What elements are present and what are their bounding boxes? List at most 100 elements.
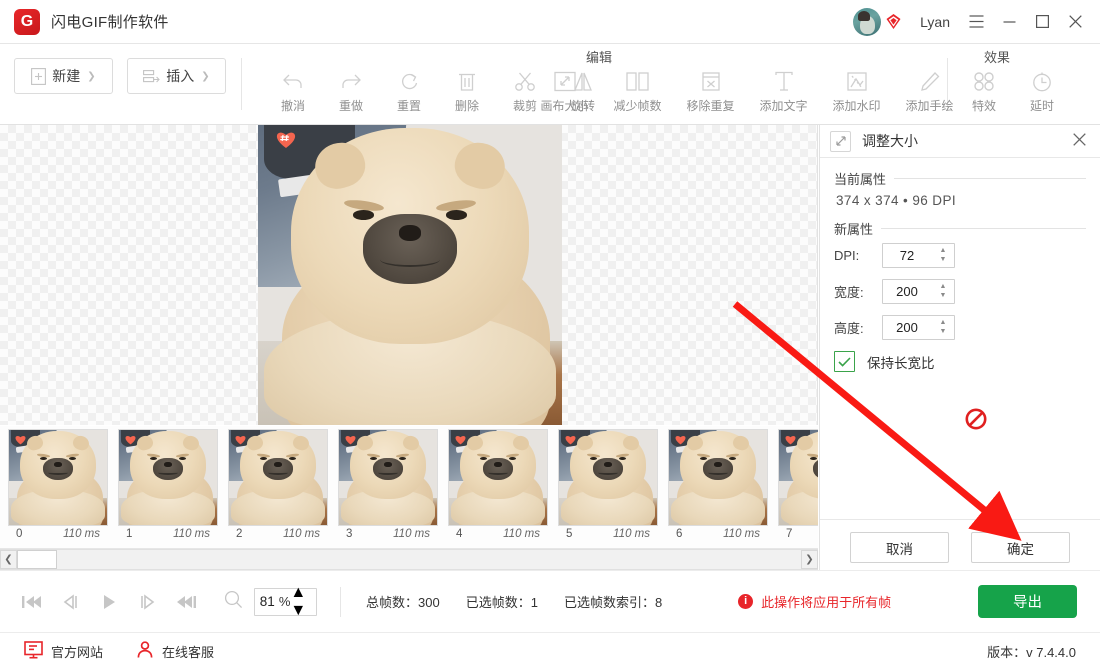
new-button[interactable]: 新建 ❯ (14, 58, 113, 94)
height-row: 高度: ▲ ▼ (834, 315, 1086, 340)
dog-muzzle (363, 214, 458, 283)
resize-panel-footer: 取消 确定 (820, 519, 1100, 575)
tool-add-text[interactable]: 添加文字 (747, 44, 820, 125)
stepper-down-icon[interactable]: ▼ (940, 257, 947, 263)
previous-frame-button[interactable] (57, 589, 83, 615)
frame-item[interactable]: 2110 ms (228, 426, 328, 549)
tool-remove-duplicate[interactable]: 移除重复 (674, 44, 747, 125)
new-button-label: 新建 (52, 66, 80, 86)
watermark-icon (846, 68, 868, 94)
frame-thumbnail[interactable] (8, 429, 108, 526)
chevron-right-icon: ❯ (87, 71, 95, 82)
frame-item[interactable]: 7110 ms (778, 426, 818, 549)
stepper-up-icon[interactable]: ▲ (940, 320, 947, 326)
zoom-value[interactable]: 81 (255, 594, 275, 609)
keep-ratio-checkbox[interactable] (834, 351, 855, 372)
edit-tools-group-2: 画布大小 减少帧数 移除重复 (528, 44, 966, 125)
canvas-area[interactable] (0, 125, 818, 425)
zoom-stepper[interactable]: 81 % ▲ ▼ (254, 588, 317, 616)
pencil-icon (919, 68, 941, 94)
warning-text: 此操作将应用于所有帧 (761, 592, 891, 611)
frame-thumbnail[interactable] (448, 429, 548, 526)
frame-thumbnail[interactable] (118, 429, 218, 526)
frame-thumbnail[interactable] (558, 429, 658, 526)
frame-item[interactable]: 3110 ms (338, 426, 438, 549)
frame-filmstrip[interactable]: 0110 ms 1110 ms (0, 426, 818, 549)
dpi-input[interactable] (883, 244, 931, 267)
confirm-button[interactable]: 确定 (971, 532, 1070, 563)
user-name[interactable]: Lyan (920, 14, 950, 30)
stepper-up-icon[interactable]: ▲ (940, 284, 947, 290)
next-frame-button[interactable] (135, 589, 161, 615)
dpi-stepper[interactable]: ▲ ▼ (882, 243, 955, 268)
frame-item[interactable]: 6110 ms (668, 426, 768, 549)
redo-icon (339, 68, 363, 94)
first-frame-button[interactable] (18, 589, 44, 615)
tool-reset[interactable]: 重置 (380, 44, 438, 125)
minimize-icon[interactable] (993, 0, 1026, 44)
frame-item[interactable]: 1110 ms (118, 426, 218, 549)
height-stepper-arrows[interactable]: ▲ ▼ (936, 316, 950, 339)
keep-ratio-label: 保持长宽比 (867, 352, 935, 372)
stepper-up-icon[interactable]: ▲ (290, 584, 306, 601)
height-stepper[interactable]: ▲ ▼ (882, 315, 955, 340)
toolbar-divider-1 (241, 58, 242, 110)
width-stepper[interactable]: ▲ ▼ (882, 279, 955, 304)
width-stepper-arrows[interactable]: ▲ ▼ (936, 280, 950, 303)
maximize-icon[interactable] (1026, 0, 1059, 44)
frame-meta: 5110 ms (558, 526, 658, 540)
insert-button[interactable]: 插入 ❯ (127, 58, 226, 94)
frame-meta: 3110 ms (338, 526, 438, 540)
tool-label: 移除重复 (686, 97, 734, 114)
tool-redo[interactable]: 重做 (322, 44, 380, 125)
title-bar-right: Lyan (853, 0, 1100, 43)
canvas-image[interactable] (258, 125, 562, 425)
avatar[interactable] (853, 8, 881, 36)
tool-effects[interactable]: 特效 (955, 44, 1013, 125)
close-icon[interactable] (1059, 0, 1092, 44)
filmstrip-scroll-track[interactable] (57, 550, 801, 569)
frame-item[interactable]: 0110 ms (8, 426, 108, 549)
play-button[interactable] (96, 589, 122, 615)
new-file-icon (31, 68, 46, 85)
filmstrip-scroll-left-button[interactable]: ❮ (0, 550, 17, 569)
export-button[interactable]: 导出 (978, 585, 1077, 618)
width-input[interactable] (883, 280, 931, 303)
last-frame-button[interactable] (174, 589, 200, 615)
frame-list: 0110 ms 1110 ms (0, 426, 818, 549)
tool-label: 特效 (972, 97, 996, 114)
frame-thumbnail[interactable] (778, 429, 818, 526)
dpi-stepper-arrows[interactable]: ▲ ▼ (936, 244, 950, 267)
filmstrip-scrollbar[interactable]: ❮ ❯ (0, 549, 818, 570)
frame-meta: 6110 ms (668, 526, 768, 540)
stepper-down-icon[interactable]: ▼ (290, 602, 306, 619)
version-label: 版本：v 7.4.4.0 (987, 642, 1076, 661)
tool-add-watermark[interactable]: 添加水印 (820, 44, 893, 125)
stepper-down-icon[interactable]: ▼ (940, 293, 947, 299)
zoom-stepper-arrows[interactable]: ▲ ▼ (290, 584, 316, 620)
height-input[interactable] (883, 316, 931, 339)
stepper-down-icon[interactable]: ▼ (940, 329, 947, 335)
online-support-link[interactable]: 在线客服 (136, 641, 214, 662)
keep-ratio-row[interactable]: 保持长宽比 (834, 351, 1086, 372)
frame-index: 5 (566, 528, 572, 540)
frame-thumbnail[interactable] (668, 429, 768, 526)
tool-undo[interactable]: 撤消 (264, 44, 322, 125)
frame-thumbnail[interactable] (338, 429, 438, 526)
stepper-up-icon[interactable]: ▲ (940, 248, 947, 254)
close-icon[interactable] (1069, 131, 1090, 151)
tool-delete[interactable]: 删除 (438, 44, 496, 125)
frame-item[interactable]: 4110 ms (448, 426, 548, 549)
frame-thumbnail[interactable] (228, 429, 328, 526)
tool-label: 画布大小 (540, 97, 588, 114)
cancel-button[interactable]: 取消 (850, 532, 949, 563)
filmstrip-scroll-thumb[interactable] (17, 550, 57, 569)
tool-canvas-size[interactable]: 画布大小 (528, 44, 601, 125)
tool-delay[interactable]: 延时 (1013, 44, 1071, 125)
tool-reduce-frames[interactable]: 减少帧数 (601, 44, 674, 125)
magnifier-icon[interactable] (224, 590, 243, 614)
filmstrip-scroll-right-button[interactable]: ❯ (801, 550, 818, 569)
official-website-link[interactable]: 官方网站 (24, 641, 103, 662)
frame-item[interactable]: 5110 ms (558, 426, 658, 549)
hamburger-menu-icon[interactable] (960, 0, 993, 44)
